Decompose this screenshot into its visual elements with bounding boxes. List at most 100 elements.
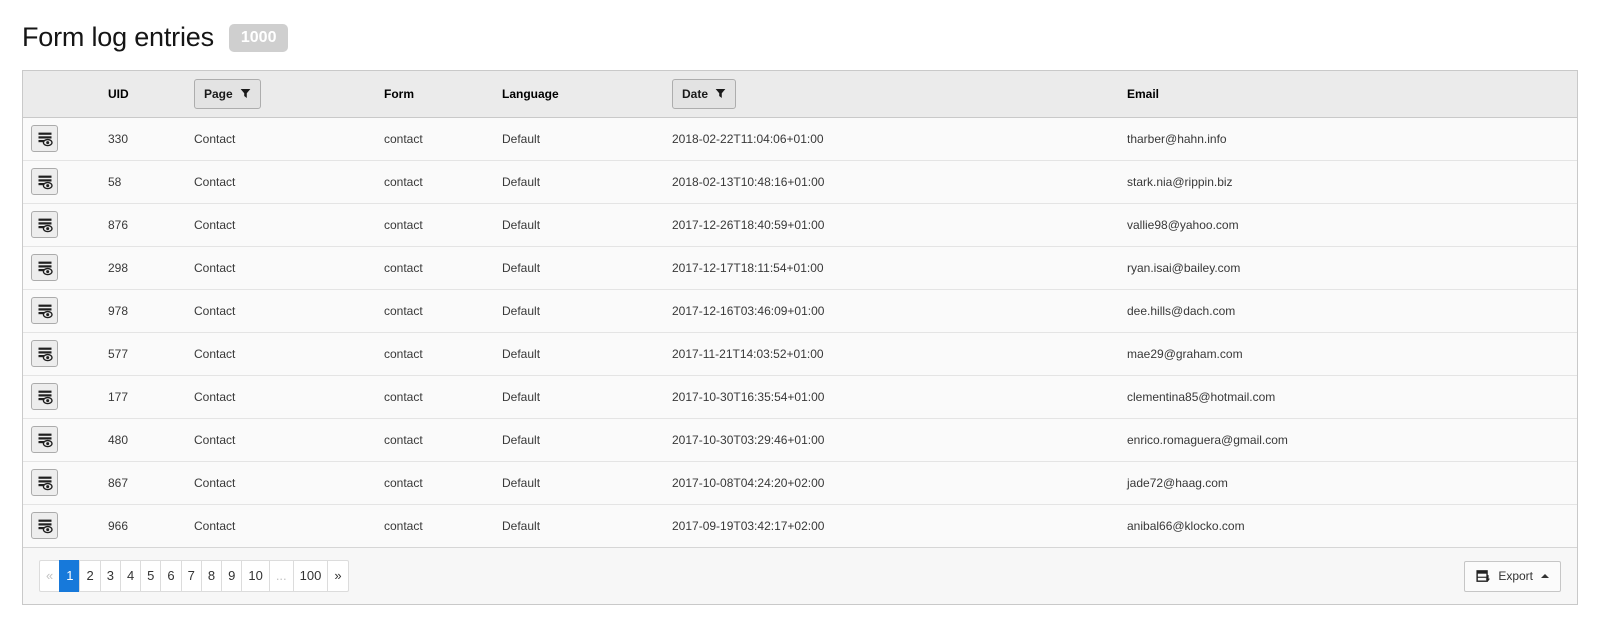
view-record-button[interactable]	[31, 254, 58, 281]
cell-actions	[23, 331, 98, 375]
cell-date: 2017-10-30T16:35:54+01:00	[662, 374, 1117, 418]
table-row: 480 Contact contact Default 2017-10-30T03:29…	[23, 417, 1577, 461]
cell-date: 2018-02-22T11:04:06+01:00	[662, 117, 1117, 160]
pagination-page-10[interactable]: 10	[241, 559, 270, 593]
cell-language: Default	[492, 503, 662, 547]
caret-up-icon	[1541, 574, 1549, 578]
view-record-button[interactable]	[31, 168, 58, 195]
cell-form: contact	[374, 460, 492, 504]
filter-icon	[240, 89, 251, 99]
cell-email: tharber@hahn.info	[1117, 117, 1577, 160]
record-details-icon	[38, 132, 53, 146]
cell-page: Contact	[184, 460, 374, 504]
cell-uid: 876	[98, 202, 184, 246]
column-header-uid: UID	[98, 71, 184, 118]
view-record-button[interactable]	[31, 125, 58, 152]
form-log-table: UID Page Form Language Date Email 330 Co…	[22, 70, 1578, 605]
export-button[interactable]: Export	[1464, 560, 1561, 592]
page-filter-button[interactable]: Page	[194, 78, 261, 109]
view-record-button[interactable]	[31, 383, 58, 410]
pagination: «1 2 3 4 5 6 7 8 9 10... 100»	[39, 559, 349, 593]
cell-uid: 966	[98, 503, 184, 547]
cell-uid: 58	[98, 159, 184, 203]
table-footer: «1 2 3 4 5 6 7 8 9 10... 100» Export	[23, 547, 1577, 604]
cell-language: Default	[492, 374, 662, 418]
table-row: 177 Contact contact Default 2017-10-30T16:35…	[23, 374, 1577, 418]
pagination-page-2[interactable]: 2	[79, 559, 101, 593]
cell-uid: 177	[98, 374, 184, 418]
cell-language: Default	[492, 417, 662, 461]
pagination-page-8[interactable]: 8	[200, 559, 223, 593]
table-row: 867 Contact contact Default 2017-10-08T04:24…	[23, 460, 1577, 504]
cell-page: Contact	[184, 117, 374, 160]
column-header-page: Page	[184, 71, 374, 118]
record-details-icon	[38, 433, 53, 447]
table-row: 330 Contact contact Default 2018-02-22T11:04…	[23, 117, 1577, 160]
pagination-ellipsis: ...	[268, 559, 294, 593]
record-details-icon	[38, 519, 53, 534]
pagination-page-6[interactable]: 6	[160, 559, 182, 593]
cell-uid: 298	[98, 245, 184, 289]
cell-language: Default	[492, 159, 662, 203]
cell-email: ryan.isai@bailey.com	[1117, 245, 1577, 289]
count-badge: 1000	[228, 23, 289, 52]
cell-form: contact	[374, 503, 492, 547]
table-header-row: UID Page Form Language Date Email	[23, 71, 1577, 118]
cell-date: 2017-12-16T03:46:09+01:00	[662, 288, 1117, 332]
cell-email: stark.nia@rippin.biz	[1117, 159, 1577, 203]
cell-page: Contact	[184, 503, 374, 547]
cell-form: contact	[374, 202, 492, 246]
cell-page: Contact	[184, 202, 374, 246]
pagination-page-7[interactable]: 7	[180, 559, 202, 593]
column-header-email: Email	[1117, 71, 1577, 118]
table-row: 876 Contact contact Default 2017-12-26T18:40…	[23, 202, 1577, 246]
cell-page: Contact	[184, 331, 374, 375]
pagination-next[interactable]: »	[327, 559, 349, 593]
view-record-button[interactable]	[31, 211, 58, 238]
cell-form: contact	[374, 331, 492, 375]
cell-date: 2017-10-30T03:29:46+01:00	[662, 417, 1117, 461]
cell-actions	[23, 245, 98, 289]
export-button-label: Export	[1498, 569, 1533, 583]
table-row: 298 Contact contact Default 2017-12-17T18:11…	[23, 245, 1577, 289]
record-details-icon	[38, 390, 53, 404]
view-record-button[interactable]	[31, 340, 58, 367]
column-header-form: Form	[374, 71, 492, 118]
pagination-page-9[interactable]: 9	[221, 559, 243, 593]
column-header-actions	[23, 71, 98, 118]
cell-actions	[23, 503, 98, 547]
cell-language: Default	[492, 202, 662, 246]
view-record-button[interactable]	[31, 512, 58, 540]
table-row: 58 Contact contact Default 2018-02-13T10:48:…	[23, 159, 1577, 203]
filter-icon	[715, 89, 726, 99]
date-filter-button[interactable]: Date	[672, 78, 737, 109]
pagination-page-3[interactable]: 3	[99, 559, 121, 593]
cell-uid: 480	[98, 417, 184, 461]
cell-actions	[23, 159, 98, 203]
record-details-icon	[38, 175, 53, 189]
page-filter-label: Page	[204, 86, 233, 101]
cell-email: jade72@haag.com	[1117, 460, 1577, 504]
table-row: 577 Contact contact Default 2017-11-21T14:03…	[23, 331, 1577, 375]
cell-actions	[23, 417, 98, 461]
pagination-page-5[interactable]: 5	[140, 559, 162, 593]
table-row: 978 Contact contact Default 2017-12-16T03:46…	[23, 288, 1577, 332]
cell-form: contact	[374, 288, 492, 332]
date-filter-label: Date	[682, 86, 709, 101]
export-table-icon	[1476, 569, 1491, 582]
table-row: 966 Contact contact Default 2017-09-19T03:42…	[23, 503, 1577, 547]
view-record-button[interactable]	[31, 469, 58, 496]
cell-page: Contact	[184, 245, 374, 289]
view-record-button[interactable]	[31, 426, 58, 453]
pagination-page-1[interactable]: 1	[59, 559, 81, 593]
pagination-page-4[interactable]: 4	[119, 559, 142, 593]
page-header: Form log entries 1000	[22, 22, 1578, 53]
view-record-button[interactable]	[31, 297, 58, 324]
cell-language: Default	[492, 117, 662, 160]
record-details-icon	[38, 261, 53, 275]
cell-date: 2017-09-19T03:42:17+02:00	[662, 503, 1117, 547]
column-header-language: Language	[492, 71, 662, 118]
record-details-icon	[38, 218, 53, 232]
cell-uid: 978	[98, 288, 184, 332]
pagination-page-100[interactable]: 100	[292, 559, 329, 593]
